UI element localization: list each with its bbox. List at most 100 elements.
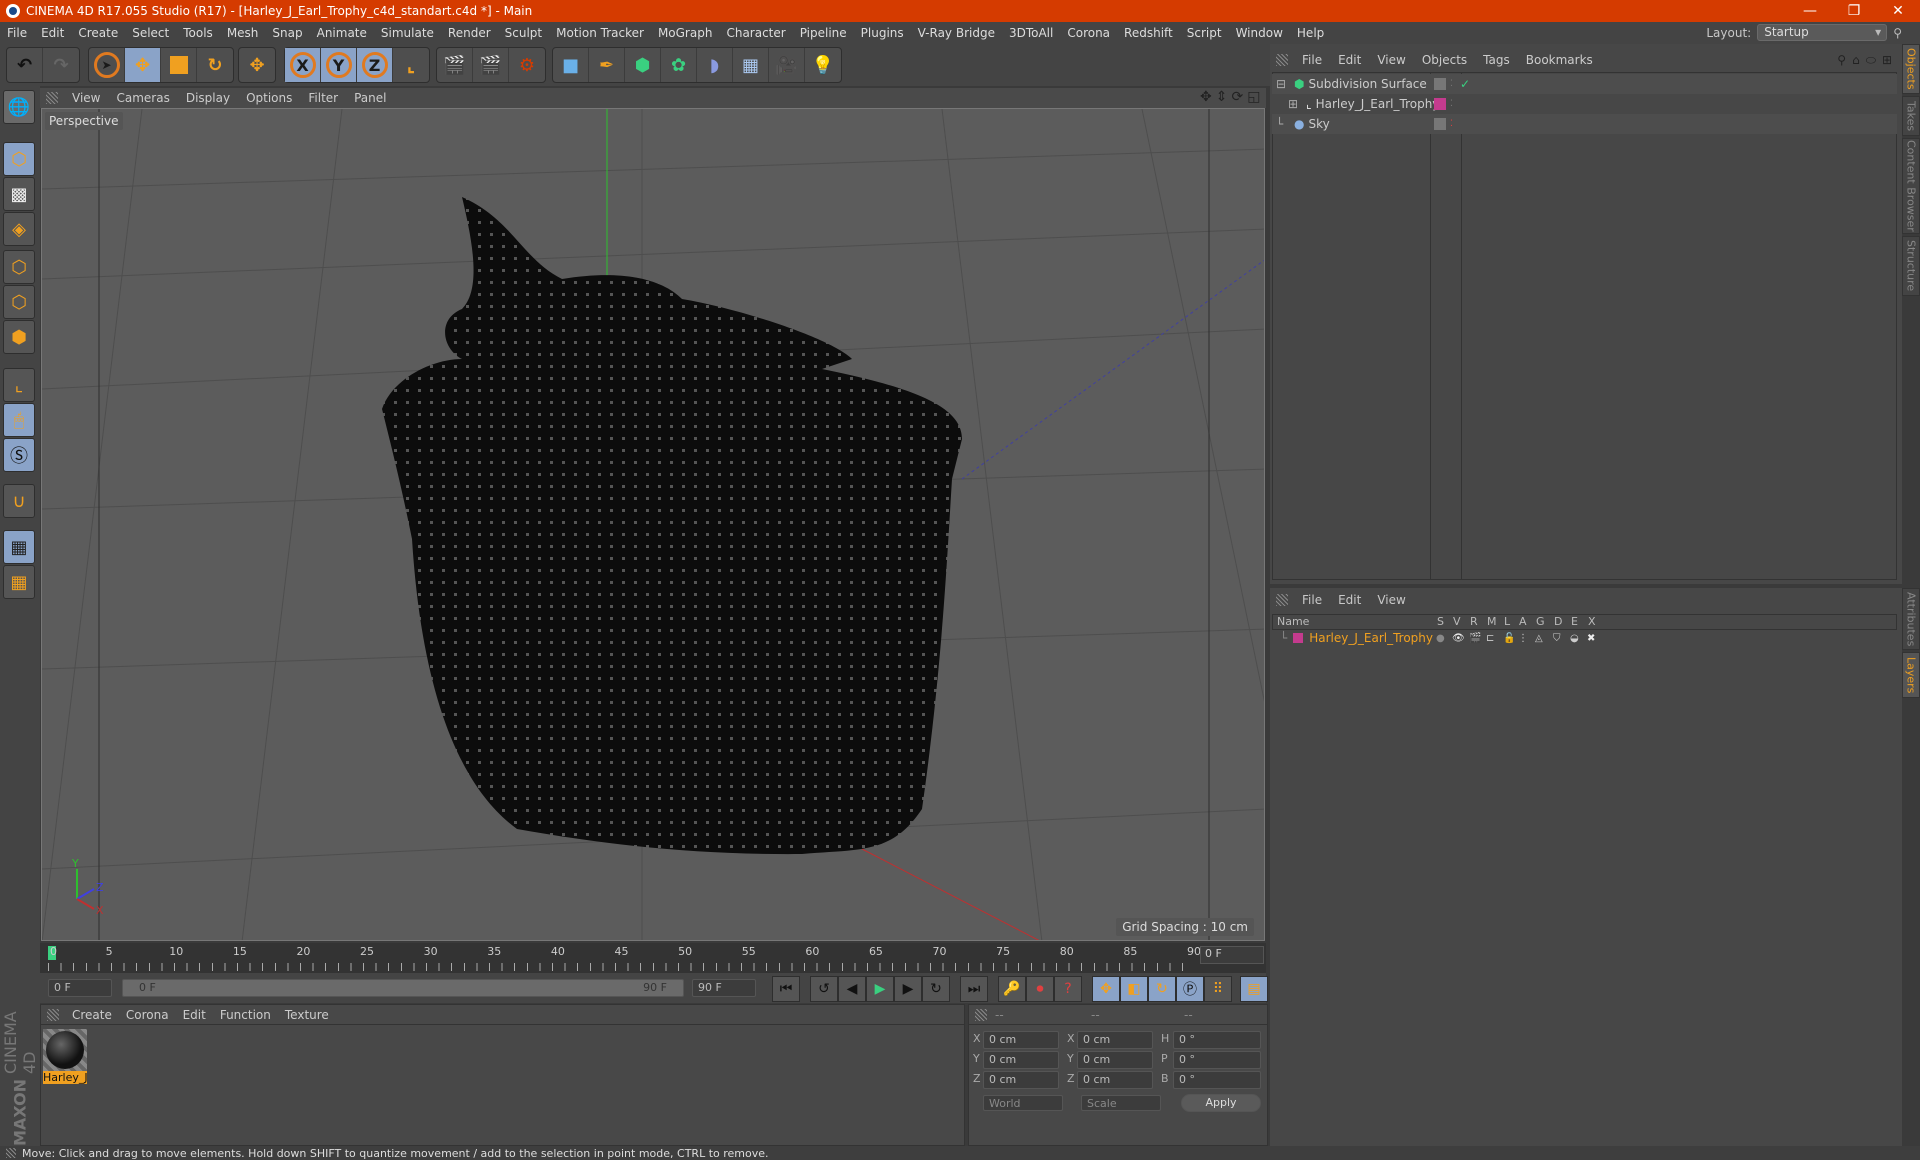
search-icon[interactable]: ⚲ (1837, 53, 1846, 68)
menu-3dtoall[interactable]: 3DToAll (1002, 26, 1060, 40)
solo-icon[interactable]: Ⓢ (3, 438, 35, 472)
menu-mograph[interactable]: MoGraph (651, 26, 720, 40)
y-axis-lock-button[interactable]: Y (321, 48, 357, 82)
z-axis-lock-button[interactable]: Z (357, 48, 393, 82)
x-axis-lock-button[interactable]: X (285, 48, 321, 82)
apply-button[interactable]: Apply (1181, 1094, 1261, 1112)
lm-menu-edit[interactable]: Edit (1330, 593, 1369, 607)
previous-frame-icon[interactable]: ◀ (838, 976, 866, 1002)
object-row[interactable]: └ ● Sky ⁚ (1272, 114, 1897, 134)
undo-icon[interactable]: ↶ (7, 48, 43, 82)
deformers-toggle-icon[interactable]: ⛉ (1553, 633, 1561, 644)
menu-motion-tracker[interactable]: Motion Tracker (549, 26, 651, 40)
light-icon[interactable]: 💡 (805, 48, 841, 82)
workplane-icon[interactable]: ◈ (3, 212, 35, 246)
move-key-icon[interactable]: ✥ (1092, 976, 1120, 1002)
rotate-view-icon[interactable]: ⟳ (1231, 89, 1243, 105)
menu-snap[interactable]: Snap (265, 26, 309, 40)
play-icon[interactable]: ▶ (866, 976, 894, 1002)
column-solo[interactable]: S (1437, 615, 1444, 628)
material-menu-edit[interactable]: Edit (176, 1008, 213, 1022)
tab-structure[interactable]: Structure (1902, 236, 1920, 296)
rotation-b-field[interactable]: 0 ° (1173, 1071, 1261, 1089)
menu-select[interactable]: Select (125, 26, 176, 40)
menu-plugins[interactable]: Plugins (854, 26, 911, 40)
restore-button[interactable]: ❐ (1832, 0, 1876, 22)
xref-toggle-icon[interactable]: ✖ (1587, 633, 1595, 644)
lock-toggle-icon[interactable]: 🔓 (1503, 633, 1515, 644)
filter-icon[interactable]: ⬭ (1866, 53, 1876, 68)
rotation-p-field[interactable]: 0 ° (1173, 1051, 1261, 1069)
om-menu-edit[interactable]: Edit (1330, 53, 1369, 67)
visible-toggle-icon[interactable]: 👁 (1452, 633, 1465, 644)
deformer-icon[interactable]: ◗ (697, 48, 733, 82)
om-menu-tags[interactable]: Tags (1475, 53, 1518, 67)
collapse-icon[interactable]: ⊟ (1276, 77, 1290, 91)
position-y-field[interactable]: 0 cm (983, 1051, 1059, 1069)
menu-animate[interactable]: Animate (310, 26, 374, 40)
minimize-button[interactable]: — (1788, 0, 1832, 22)
autokey-icon[interactable]: ⏺ (1026, 976, 1054, 1002)
transform-icon[interactable]: ✥ (239, 48, 275, 82)
model-mode-icon[interactable]: ⬡ (3, 142, 35, 176)
render-view-icon[interactable]: 🎬 (437, 48, 473, 82)
texture-mode-icon[interactable]: ▩ (3, 177, 35, 211)
manager-toggle-icon[interactable]: ⊏ (1486, 633, 1494, 644)
go-to-end-icon[interactable]: ⏭ (960, 976, 988, 1002)
panel-grip-icon[interactable] (1276, 594, 1288, 606)
pla-key-icon[interactable]: ⠿ (1204, 976, 1232, 1002)
rotation-h-field[interactable]: 0 ° (1173, 1031, 1261, 1049)
om-menu-objects[interactable]: Objects (1414, 53, 1475, 67)
column-generators[interactable]: G (1536, 615, 1545, 628)
zoom-view-icon[interactable]: ⇕ (1216, 89, 1228, 105)
make-editable-icon[interactable]: 🌐 (3, 90, 35, 124)
snap-workplane-icon[interactable]: ▦ (3, 565, 35, 599)
menu-redshift[interactable]: Redshift (1117, 26, 1180, 40)
polygons-mode-icon[interactable]: ⬢ (3, 320, 35, 354)
edges-mode-icon[interactable]: ⬡ (3, 285, 35, 319)
object-name[interactable]: Subdivision Surface (1308, 77, 1426, 91)
array-icon[interactable]: ✿ (661, 48, 697, 82)
menu-tools[interactable]: Tools (176, 26, 220, 40)
position-z-field[interactable]: 0 cm (983, 1071, 1059, 1089)
previous-key-icon[interactable]: ↺ (810, 976, 838, 1002)
record-disabled-icon[interactable]: 🔑 (998, 976, 1026, 1002)
solo-toggle-icon[interactable]: ● (1436, 633, 1445, 644)
column-manager[interactable]: M (1487, 615, 1497, 628)
om-menu-file[interactable]: File (1294, 53, 1330, 67)
material-item[interactable]: Harley_J (43, 1029, 88, 1087)
panel-grip-icon[interactable] (975, 1008, 987, 1021)
panel-grip-icon[interactable] (47, 1008, 59, 1021)
om-menu-bookmarks[interactable]: Bookmarks (1518, 53, 1601, 67)
lock-workplane-icon[interactable]: ▦ (3, 530, 35, 564)
next-frame-icon[interactable]: ▶ (894, 976, 922, 1002)
scale-icon[interactable] (161, 48, 197, 82)
camera-label[interactable]: Perspective (45, 112, 123, 130)
animation-toggle-icon[interactable]: ⋮ (1518, 633, 1528, 644)
render-dots-icon[interactable]: ⁚ (1450, 99, 1453, 109)
start-frame-field[interactable]: 0 F (48, 979, 112, 997)
layer-color-swatch[interactable] (1293, 633, 1304, 643)
object-row[interactable]: ⊟ ⬢ Subdivision Surface ⁚ ✓ (1272, 74, 1897, 94)
column-xref[interactable]: X (1588, 615, 1596, 628)
column-animation[interactable]: A (1519, 615, 1527, 628)
tab-content-browser[interactable]: Content Browser (1902, 138, 1920, 234)
home-icon[interactable]: ⌂ (1852, 53, 1860, 68)
render-settings-icon[interactable]: ⚙ (509, 48, 545, 82)
visibility-toggle[interactable] (1434, 78, 1446, 90)
scale-key-icon[interactable]: ◧ (1120, 976, 1148, 1002)
expressions-toggle-icon[interactable]: ◒ (1570, 633, 1579, 644)
panel-grip-icon[interactable] (1276, 54, 1288, 66)
camera-icon[interactable]: 🎥 (769, 48, 805, 82)
column-render[interactable]: R (1470, 615, 1478, 628)
subdivision-icon[interactable]: ⬢ (625, 48, 661, 82)
material-menu-corona[interactable]: Corona (119, 1008, 176, 1022)
coordinate-mode-dropdown[interactable]: World (983, 1095, 1063, 1111)
size-z-field[interactable]: 0 cm (1077, 1071, 1153, 1089)
generators-toggle-icon[interactable]: ◬ (1535, 633, 1543, 644)
column-locked[interactable]: L (1504, 615, 1510, 628)
rotate-key-icon[interactable]: ↻ (1148, 976, 1176, 1002)
menu-pipeline[interactable]: Pipeline (793, 26, 854, 40)
harley-j-earl-trophy-model[interactable] (382, 197, 962, 855)
menu-simulate[interactable]: Simulate (374, 26, 441, 40)
